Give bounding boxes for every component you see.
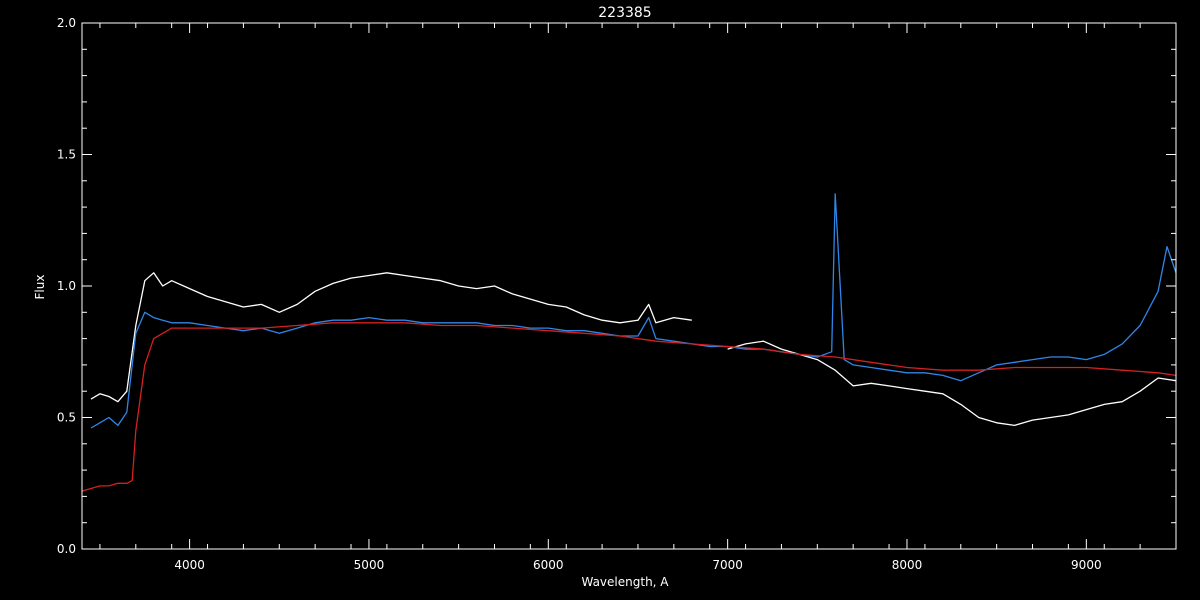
x-tick-label: 6000	[533, 558, 564, 572]
y-tick-label: 0.0	[57, 542, 76, 556]
x-tick-label: 7000	[712, 558, 743, 572]
x-axis-label: Wavelength, A	[581, 575, 669, 589]
y-tick-label: 1.5	[57, 148, 76, 162]
y-tick-label: 1.0	[57, 279, 76, 293]
x-tick-label: 8000	[892, 558, 923, 572]
y-tick-label: 2.0	[57, 16, 76, 30]
chart-title: 223385	[598, 5, 651, 21]
y-axis-label: Flux	[33, 275, 47, 300]
x-tick-label: 5000	[354, 558, 385, 572]
x-tick-label: 9000	[1071, 558, 1102, 572]
spectrum-chart: 4000 5000 6000 7000 8000 90000.00.51.01.52.0 …	[0, 0, 1200, 600]
x-tick-label: 4000	[174, 558, 205, 572]
chart-background	[0, 0, 1200, 600]
y-tick-label: 0.5	[57, 411, 76, 425]
